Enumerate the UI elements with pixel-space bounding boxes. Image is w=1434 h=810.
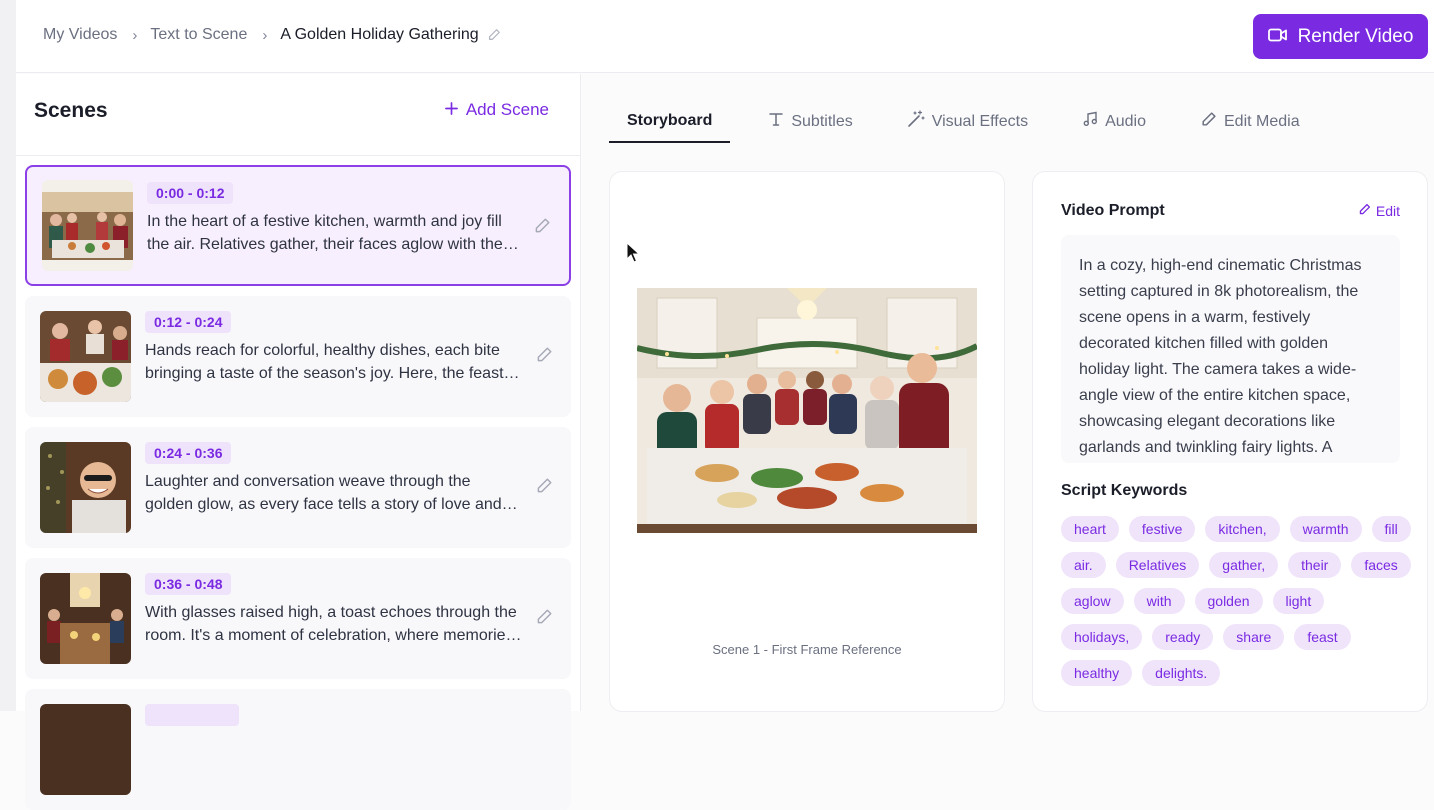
top-header: My Videos › Text to Scene › A Golden Hol… (16, 0, 1434, 73)
first-frame-image[interactable] (637, 288, 977, 533)
tab-storyboard[interactable]: Storyboard (609, 100, 731, 143)
keyword-chip[interactable]: faces (1351, 552, 1411, 578)
tab-edit-media[interactable]: Edit Media (1200, 100, 1300, 143)
scene-time-badge: 0:00 - 0:12 (147, 182, 234, 204)
keyword-chip[interactable]: festive (1128, 516, 1196, 542)
breadcrumb-my-videos[interactable]: My Videos (43, 26, 117, 44)
video-prompt-card: Video Prompt Edit In a cozy, high-end ci… (1033, 172, 1427, 711)
tab-visual-effects[interactable]: Visual Effects (907, 100, 1028, 143)
scene-thumbnail (40, 573, 131, 664)
keyword-chip[interactable]: light (1272, 588, 1325, 614)
keyword-chip[interactable]: aglow (1061, 588, 1124, 614)
mouse-cursor-icon (626, 241, 641, 269)
add-scene-label: Add Scene (465, 100, 549, 119)
storyboard-frame-card: Scene 1 - First Frame Reference (610, 172, 1004, 711)
pencil-icon (1358, 203, 1371, 219)
tab-label: Subtitles (791, 112, 853, 130)
video-prompt-title: Video Prompt (1061, 202, 1165, 219)
chevron-right-icon: › (262, 26, 268, 44)
editor-tabs: Storyboard Subtitles Visual Effects Audi… (609, 100, 1354, 144)
scenes-panel: Scenes Add Scene 0:00 - 0:12 In the hear… (16, 74, 581, 810)
magic-wand-icon (907, 110, 925, 133)
keyword-chip[interactable]: holidays, (1061, 624, 1143, 650)
keyword-chip[interactable]: feast (1294, 624, 1351, 650)
scenes-header: Scenes Add Scene (16, 74, 580, 156)
keyword-chip[interactable]: warmth (1289, 516, 1362, 542)
scene-time-badge (145, 704, 239, 726)
video-camera-icon (1267, 26, 1288, 48)
keyword-chip[interactable]: ready (1152, 624, 1214, 650)
scene-time-badge: 0:36 - 0:48 (145, 573, 232, 595)
scene-card-4[interactable]: 0:36 - 0:48 With glasses raised high, a … (25, 558, 571, 679)
scene-description: In the heart of a festive kitchen, warmt… (147, 213, 503, 253)
keyword-chip[interactable]: heart (1061, 516, 1119, 542)
tab-label: Audio (1105, 112, 1146, 130)
edit-scene-pencil-icon[interactable] (535, 608, 553, 631)
scene-thumbnail (40, 442, 131, 533)
script-keywords-list: heart festive kitchen, warmth fill air. Relati… (1061, 516, 1411, 686)
breadcrumb-project-title: A Golden Holiday Gathering (280, 26, 479, 43)
scene-thumbnail (40, 311, 131, 402)
keyword-chip[interactable]: their (1288, 552, 1342, 578)
render-video-label: Render Video (1297, 25, 1414, 47)
scene-thumbnail (40, 704, 131, 795)
scene-description: Hands reach for colorful, healthy dishes… (145, 342, 520, 382)
rename-pencil-icon[interactable] (487, 28, 501, 42)
tab-audio[interactable]: Audio (1082, 100, 1146, 143)
keyword-chip[interactable]: golden (1194, 588, 1263, 614)
keyword-chip[interactable]: share (1223, 624, 1285, 650)
scene-card-5[interactable] (25, 689, 571, 810)
music-note-icon (1082, 111, 1098, 132)
edit-prompt-label: Edit (1375, 203, 1400, 219)
tab-label: Edit Media (1224, 112, 1300, 130)
plus-icon (444, 100, 458, 120)
render-video-button[interactable]: Render Video (1253, 14, 1428, 59)
text-t-icon (768, 111, 784, 132)
edit-scene-pencil-icon[interactable] (535, 477, 553, 500)
video-prompt-box: In a cozy, high-end cinematic Christmas … (1061, 235, 1400, 463)
script-keywords-title: Script Keywords (1061, 482, 1188, 499)
edit-scene-pencil-icon[interactable] (535, 346, 553, 369)
breadcrumb-text-to-scene[interactable]: Text to Scene (150, 26, 247, 44)
scene-card-2[interactable]: 0:12 - 0:24 Hands reach for colorful, he… (25, 296, 571, 417)
frame-caption: Scene 1 - First Frame Reference (712, 642, 902, 657)
scene-description: Laughter and conversation weave through … (145, 473, 502, 513)
keyword-chip[interactable]: healthy (1061, 660, 1133, 686)
keyword-chip[interactable]: air. (1061, 552, 1106, 578)
edit-prompt-button[interactable]: Edit (1358, 203, 1400, 219)
scene-time-badge: 0:24 - 0:36 (145, 442, 232, 464)
keyword-chip[interactable]: gather, (1209, 552, 1279, 578)
video-prompt-text: In a cozy, high-end cinematic Christmas … (1079, 257, 1362, 456)
breadcrumb: My Videos › Text to Scene › A Golden Hol… (43, 26, 501, 44)
tab-label: Storyboard (627, 111, 713, 129)
scene-thumbnail (42, 180, 133, 271)
keyword-chip[interactable]: kitchen, (1205, 516, 1280, 542)
scene-card-1[interactable]: 0:00 - 0:12 In the heart of a festive ki… (25, 165, 571, 286)
edit-scene-pencil-icon[interactable] (533, 217, 551, 240)
tab-label: Visual Effects (931, 112, 1029, 130)
keyword-chip[interactable]: delights. (1142, 660, 1221, 686)
pencil-icon (1200, 111, 1217, 133)
keyword-chip[interactable]: Relatives (1115, 552, 1200, 578)
scene-card-3[interactable]: 0:24 - 0:36 Laughter and conversation we… (25, 427, 571, 548)
scenes-title: Scenes (34, 99, 108, 122)
tab-subtitles[interactable]: Subtitles (768, 100, 853, 143)
keyword-chip[interactable]: fill (1371, 516, 1411, 542)
add-scene-button[interactable]: Add Scene (444, 100, 549, 120)
chevron-right-icon: › (132, 26, 138, 44)
scene-time-badge: 0:12 - 0:24 (145, 311, 232, 333)
keyword-chip[interactable]: with (1133, 588, 1185, 614)
scene-description: With glasses raised high, a toast echoes… (145, 604, 517, 644)
window-left-edge (0, 0, 16, 711)
